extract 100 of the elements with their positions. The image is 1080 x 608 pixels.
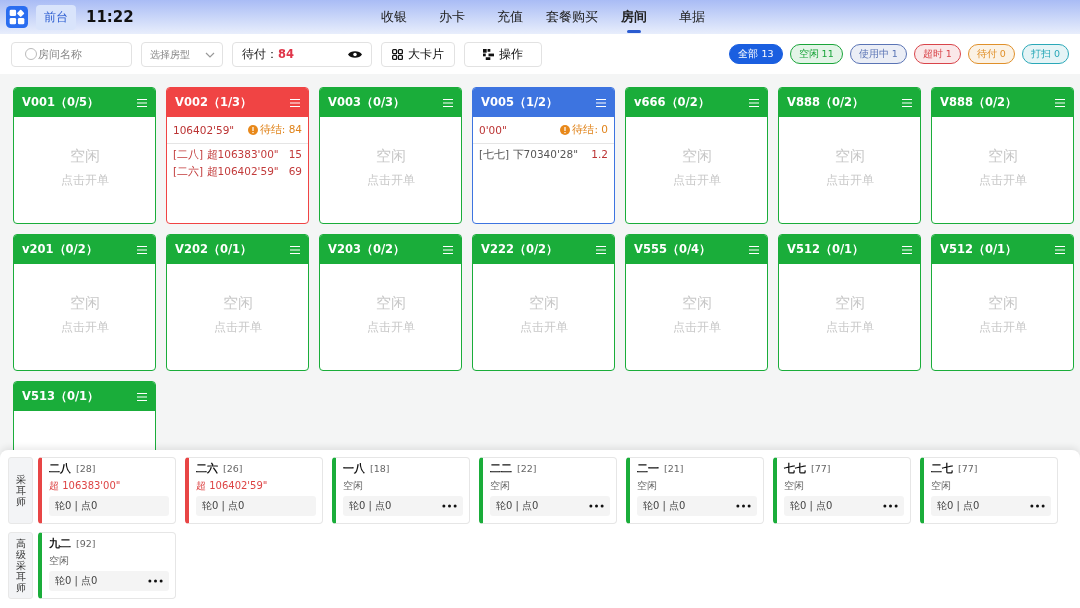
staff-name: 二六: [196, 462, 218, 476]
menu-icon[interactable]: [290, 98, 300, 107]
elapsed-time: 106402'59": [173, 124, 235, 136]
more-icon[interactable]: [148, 579, 163, 583]
menu-icon[interactable]: [290, 245, 300, 254]
room-name: V222（0/2）: [481, 242, 559, 257]
app-logo-icon: [6, 6, 28, 28]
staff-stats: 轮0 | 点0: [937, 499, 980, 513]
search-field[interactable]: 房间名称: [11, 41, 132, 67]
room-name: v201（0/2）: [22, 242, 98, 257]
menu-icon[interactable]: [596, 98, 606, 107]
menu-icon[interactable]: [902, 245, 912, 254]
staff-card[interactable]: 九二 [92] 空闲 轮0 | 点0: [38, 532, 176, 599]
service-line: [七七] 下70340'28": [479, 148, 578, 162]
staff-status: 超 106402'59": [196, 479, 269, 493]
staff-name: 二二: [490, 462, 512, 476]
menu-icon[interactable]: [1055, 245, 1065, 254]
staff-stats: 轮0 | 点0: [55, 574, 98, 588]
menu-icon[interactable]: [443, 98, 453, 107]
staff-card[interactable]: 二八 [28] 超 106383'00" 轮0 | 点0: [38, 457, 176, 524]
staff-group-label: 采耳师: [8, 457, 33, 524]
staff-name: 二一: [637, 462, 659, 476]
filter-chip[interactable]: 超时 1: [913, 44, 961, 64]
staff-status: 超 106383'00": [49, 479, 122, 493]
more-icon[interactable]: [589, 504, 604, 508]
filter-chip[interactable]: 空闲 11: [789, 44, 843, 64]
staff-card[interactable]: 一八 [18] 空闲 轮0 | 点0: [332, 457, 470, 524]
room-name: V555（0/4）: [634, 242, 712, 257]
nav-tab[interactable]: 房间: [605, 4, 662, 30]
staff-card[interactable]: 二二 [22] 空闲 轮0 | 点0: [479, 457, 617, 524]
service-amount: 1.2: [591, 148, 608, 162]
room-name: V512（0/1）: [787, 242, 865, 257]
more-icon[interactable]: [1030, 504, 1045, 508]
room-name: V002（1/3）: [175, 95, 253, 110]
staff-number: [21]: [664, 463, 684, 474]
staff-stats: 轮0 | 点0: [349, 499, 392, 513]
staff-card[interactable]: 二六 [26] 超 106402'59" 轮0 | 点0: [185, 457, 323, 524]
staff-status: 空闲: [637, 479, 658, 493]
pending-settlement: 待结: 0: [572, 123, 608, 137]
service-amount: 69: [288, 165, 302, 179]
filter-chip[interactable]: 全部 13: [729, 44, 783, 64]
more-icon[interactable]: [736, 504, 751, 508]
pending-label: 待付：: [242, 46, 278, 62]
staff-name: 二七: [931, 462, 953, 476]
staff-stats: 轮0 | 点0: [202, 499, 245, 513]
nav-tab[interactable]: 单据: [663, 4, 720, 30]
eye-icon[interactable]: [348, 49, 362, 59]
room-type-select[interactable]: 选择房型: [141, 41, 223, 67]
menu-icon[interactable]: [137, 245, 147, 254]
staff-name: 七七: [784, 462, 806, 476]
filter-chip[interactable]: 使用中 1: [849, 44, 907, 64]
chevron-down-icon: [205, 51, 215, 58]
staff-number: [26]: [223, 463, 243, 474]
more-icon[interactable]: [883, 504, 898, 508]
front-desk-tab[interactable]: 前台: [36, 4, 76, 30]
room-name: V003（0/3）: [328, 95, 406, 110]
room-name: V888（0/2）: [787, 95, 865, 110]
service-amount: 15: [288, 148, 302, 162]
staff-number: [28]: [76, 463, 96, 474]
room-name: V513（0/1）: [22, 389, 100, 404]
menu-icon[interactable]: [137, 392, 147, 401]
grid-icon: [392, 48, 403, 60]
staff-stats: 轮0 | 点0: [643, 499, 686, 513]
nav-tab[interactable]: 办卡: [423, 4, 480, 30]
elapsed-time: 0'00": [479, 124, 507, 136]
menu-icon[interactable]: [902, 98, 912, 107]
menu-icon[interactable]: [749, 245, 759, 254]
clock-time: 11:22: [86, 8, 134, 26]
more-icon[interactable]: [442, 504, 457, 508]
menu-icon[interactable]: [137, 98, 147, 107]
menu-icon[interactable]: [1055, 98, 1065, 107]
menu-icon[interactable]: [596, 245, 606, 254]
service-line: [二八] 超106383'00": [173, 148, 279, 162]
room-card[interactable]: V005（1/2） 0'00" 待结: 0 [七七] 下70340'28" 1.2: [472, 87, 615, 224]
menu-icon[interactable]: [443, 245, 453, 254]
staff-status: 空闲: [490, 479, 511, 493]
staff-stats: 轮0 | 点0: [790, 499, 833, 513]
nav-tab[interactable]: 套餐购买: [539, 4, 604, 30]
room-name: V203（0/2）: [328, 242, 406, 257]
toolbar-button[interactable]: 操作: [464, 41, 542, 67]
room-name: V005（1/2）: [481, 95, 559, 110]
nav-tab[interactable]: 收银: [365, 4, 422, 30]
dots-grid-icon: [483, 48, 494, 60]
staff-stats: 轮0 | 点0: [496, 499, 539, 513]
staff-card[interactable]: 七七 [77] 空闲 轮0 | 点0: [773, 457, 911, 524]
staff-number: [22]: [517, 463, 537, 474]
menu-icon[interactable]: [749, 98, 759, 107]
staff-card[interactable]: 二一 [21] 空闲 轮0 | 点0: [626, 457, 764, 524]
room-card[interactable]: V002（1/3） 106402'59" 待结: 84 [二八] 超106383'00" 15 [二六] 超106402'59" 69: [166, 87, 309, 224]
nav-tab[interactable]: 充值: [481, 4, 538, 30]
staff-name: 九二: [49, 537, 71, 551]
toolbar-button[interactable]: 大卡片: [381, 41, 455, 67]
staff-number: [92]: [76, 538, 96, 549]
staff-name: 二八: [49, 462, 71, 476]
staff-status: 空闲: [784, 479, 805, 493]
staff-card[interactable]: 二七 [77] 空闲 轮0 | 点0: [920, 457, 1058, 524]
room-name: v666（0/2）: [634, 95, 710, 110]
staff-name: 一八: [343, 462, 365, 476]
staff-group-label: 高级采耳师: [8, 532, 33, 599]
warning-icon: [247, 125, 258, 135]
